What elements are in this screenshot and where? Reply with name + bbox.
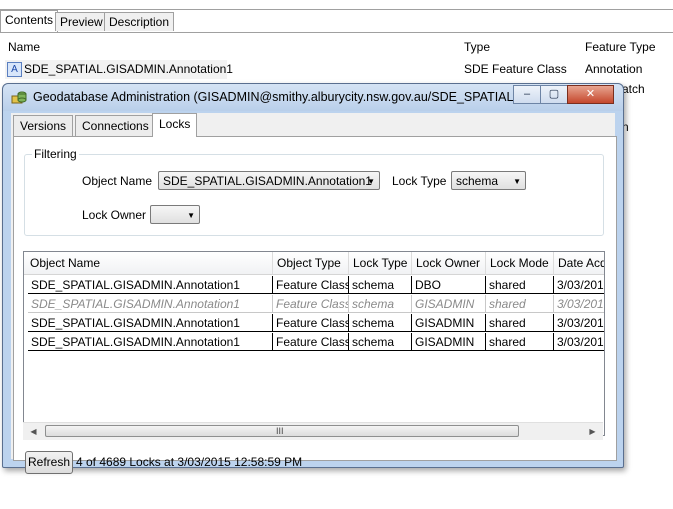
scroll-left-icon[interactable]: ◀	[25, 423, 42, 440]
catalog-tabstrip: Contents Preview Description	[0, 10, 673, 33]
tab-locks[interactable]: Locks	[152, 113, 198, 137]
dialog-title-bar[interactable]: Geodatabase Administration (GISADMIN@smi…	[3, 84, 623, 111]
locks-list-header: Object Name Object Type Lock Type Lock O…	[24, 252, 604, 275]
object-name-value: SDE_SPATIAL.GISADMIN.Annotation1	[163, 174, 372, 188]
filtering-legend: Filtering	[32, 147, 79, 161]
tab-description[interactable]: Description	[104, 12, 175, 31]
table-row[interactable]: SDE_SPATIAL.GISADMIN.Annotation1 Feature …	[24, 295, 604, 314]
lock-type-dropdown[interactable]: schema ▼	[451, 171, 526, 190]
table-row[interactable]: SDE_SPATIAL.GISADMIN.Annotation1 Feature …	[24, 333, 604, 352]
cell-lock-owner: DBO	[412, 276, 486, 294]
cell-object-type: Feature Class	[273, 314, 349, 332]
geodatabase-admin-dialog: Geodatabase Administration (GISADMIN@smi…	[2, 83, 624, 474]
column-lock-owner[interactable]: Lock Owner	[416, 256, 480, 270]
cell-lock-type: schema	[349, 295, 412, 313]
column-lock-type[interactable]: Lock Type	[353, 256, 407, 270]
column-type[interactable]: Type	[464, 40, 490, 54]
scroll-right-icon[interactable]: ▶	[584, 423, 601, 440]
cell-object-name: SDE_SPATIAL.GISADMIN.Annotation1	[28, 333, 273, 351]
locks-pane: Filtering Object Name SDE_SPATIAL.GISADM…	[13, 136, 617, 474]
cell-lock-mode: shared	[486, 276, 554, 294]
grip-icon: III	[276, 426, 284, 436]
tab-contents[interactable]: Contents	[0, 10, 59, 32]
catalog-row-type: SDE Feature Class	[464, 62, 567, 76]
tab-connections[interactable]: Connections	[75, 115, 156, 136]
catalog-top-strip	[0, 0, 673, 10]
catalog-row[interactable]: SDE_SPATIAL.GISADMIN.Annotation1 SDE Fea…	[0, 59, 673, 79]
catalog-row-name: SDE_SPATIAL.GISADMIN.Annotation1	[24, 62, 233, 76]
catalog-partial-text: atch	[622, 82, 645, 96]
refresh-button[interactable]: Refresh	[25, 451, 73, 474]
lock-owner-label: Lock Owner	[82, 208, 147, 222]
tab-versions[interactable]: Versions	[13, 115, 74, 136]
chevron-down-icon: ▼	[187, 211, 195, 220]
cell-date-acquired: 3/03/201	[554, 295, 604, 313]
object-name-dropdown[interactable]: SDE_SPATIAL.GISADMIN.Annotation1 ▼	[158, 171, 380, 190]
cell-date-acquired: 3/03/201	[554, 333, 604, 351]
chevron-down-icon: ▼	[513, 177, 521, 186]
cell-lock-mode: shared	[486, 295, 554, 313]
table-row[interactable]: SDE_SPATIAL.GISADMIN.Annotation1 Feature …	[24, 276, 604, 295]
lock-type-label: Lock Type	[392, 174, 447, 188]
cell-lock-type: schema	[349, 314, 412, 332]
table-row[interactable]: SDE_SPATIAL.GISADMIN.Annotation1 Feature …	[24, 314, 604, 333]
locks-status-text: 4 of 4689 Locks at 3/03/2015 12:58:59 PM	[76, 455, 303, 469]
filtering-group: Filtering Object Name SDE_SPATIAL.GISADM…	[24, 147, 604, 236]
cell-lock-owner: GISADMIN	[412, 314, 486, 332]
cell-date-acquired: 3/03/201	[554, 314, 604, 332]
cell-lock-owner: GISADMIN	[412, 333, 486, 351]
column-object-type[interactable]: Object Type	[277, 256, 341, 270]
lock-type-value: schema	[456, 174, 499, 188]
cell-lock-owner: GISADMIN	[412, 295, 486, 313]
cell-lock-type: schema	[349, 276, 412, 294]
catalog-row-feature-type: Annotation	[585, 62, 643, 76]
maximize-button[interactable]: ▢	[540, 85, 568, 104]
cell-lock-type: schema	[349, 333, 412, 351]
column-lock-mode[interactable]: Lock Mode	[490, 256, 549, 270]
cell-object-name: SDE_SPATIAL.GISADMIN.Annotation1	[28, 276, 273, 294]
cell-object-type: Feature Class	[273, 276, 349, 294]
dialog-title: Geodatabase Administration (GISADMIN@smi…	[33, 90, 518, 104]
cell-lock-mode: shared	[486, 333, 554, 351]
horizontal-scrollbar[interactable]: ◀ III ▶	[23, 422, 603, 440]
catalog-column-header: Name Type Feature Type	[0, 37, 673, 57]
column-object-name[interactable]: Object Name	[30, 256, 100, 270]
scroll-thumb[interactable]: III	[45, 425, 519, 437]
cell-lock-mode: shared	[486, 314, 554, 332]
close-button[interactable]: ✕	[567, 85, 614, 104]
cell-object-name: SDE_SPATIAL.GISADMIN.Annotation1	[28, 295, 273, 313]
locks-list: Object Name Object Type Lock Type Lock O…	[23, 251, 605, 436]
cell-date-acquired: 3/03/201	[554, 276, 604, 294]
column-feature-type[interactable]: Feature Type	[585, 40, 656, 54]
lock-owner-dropdown[interactable]: ▼	[150, 205, 200, 224]
cell-object-type: Feature Class	[273, 333, 349, 351]
dialog-client: Versions Connections Locks Filtering Obj…	[11, 113, 617, 474]
cell-object-name: SDE_SPATIAL.GISADMIN.Annotation1	[28, 314, 273, 332]
cell-object-type: Feature Class	[273, 295, 349, 313]
column-name[interactable]: Name	[8, 40, 40, 54]
chevron-down-icon: ▼	[367, 177, 375, 186]
tab-preview[interactable]: Preview	[55, 12, 108, 31]
column-date-acquired[interactable]: Date Acq	[558, 256, 604, 270]
object-name-label: Object Name	[82, 174, 153, 188]
minimize-button[interactable]: –	[513, 85, 541, 104]
geodatabase-icon	[11, 91, 27, 104]
